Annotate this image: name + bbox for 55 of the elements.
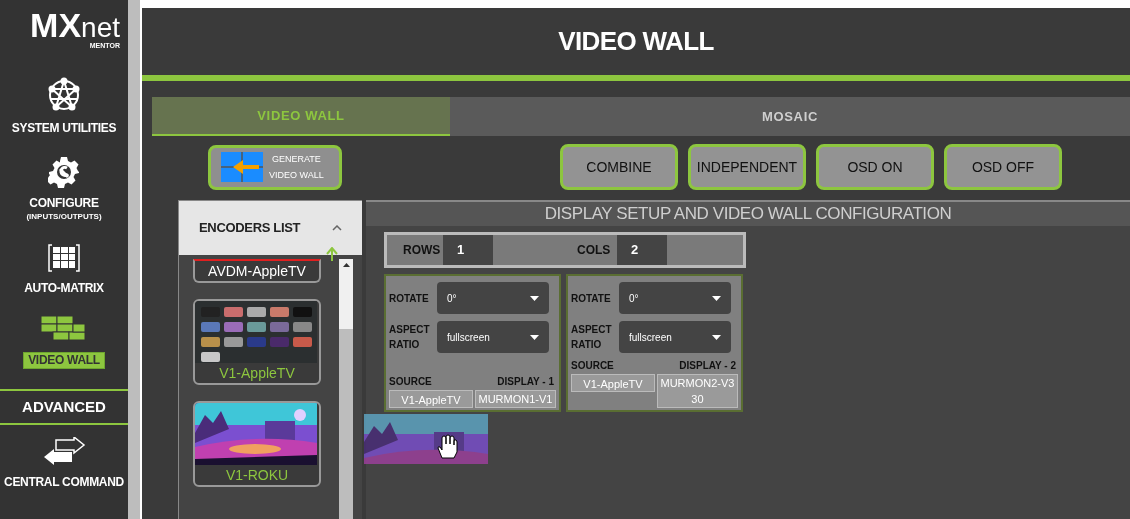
scroll-up-icon[interactable]: [342, 263, 350, 267]
dropdown-arrow-icon: [712, 334, 721, 340]
dropdown[interactable]: fullscreen: [437, 321, 549, 353]
sidebar-item[interactable]: CENTRAL COMMAND: [4, 475, 124, 490]
sidebar-item[interactable]: SYSTEM UTILITIES: [11, 121, 117, 136]
action-button[interactable]: COMBINE: [560, 144, 678, 191]
dropdown[interactable]: 0°: [619, 282, 731, 314]
encoder-card[interactable]: V1-ROKU: [193, 401, 321, 487]
field-label: ROTATE: [389, 291, 429, 306]
output-name: MURMON1-V1: [474, 390, 556, 408]
dropdown-arrow-icon: [712, 295, 721, 301]
display-title: DISPLAY - 2: [679, 359, 736, 373]
field-label: ROTATE: [571, 291, 611, 306]
chevron-icon[interactable]: [332, 225, 342, 231]
field-label: ROWS: [403, 242, 442, 259]
panel-title: ENCODERS LIST: [199, 219, 301, 238]
dropdown[interactable]: fullscreen: [619, 321, 731, 353]
sidebar-item[interactable]: CONFIGURE: [29, 196, 99, 211]
action-button[interactable]: INDEPENDENT: [688, 144, 806, 191]
grid-icon: [48, 243, 80, 273]
sidebar-sublabel: (INPUTS/OUTPUTS): [26, 211, 102, 223]
field-label: ASPECT RATIO: [571, 323, 611, 352]
output-name: MURMON2-V330: [656, 374, 738, 408]
tab[interactable]: MOSAIC: [450, 97, 1130, 136]
exchange-arrows-icon: [42, 437, 86, 467]
encoder-name: V1-ROKU: [224, 466, 290, 485]
sidebar-scrollbar[interactable]: [128, 0, 140, 519]
panel-title: DISPLAY SETUP AND VIDEO WALL CONFIGURATION: [544, 203, 952, 226]
field-label: SOURCE: [571, 359, 614, 373]
field-label: ASPECT RATIO: [389, 323, 429, 352]
sidebar-section[interactable]: ADVANCED: [22, 395, 106, 419]
cols-field[interactable]: 2: [617, 235, 667, 265]
gear-wrench-icon: [48, 156, 80, 188]
action-button[interactable]: OSD ON: [816, 144, 934, 191]
sidebar-item[interactable]: VIDEO WALL: [23, 352, 105, 369]
encoder-card[interactable]: V1-AppleTV: [193, 299, 321, 385]
logo-text: MX: [30, 8, 82, 42]
encoder-item[interactable]: AVDM-AppleTV: [193, 259, 321, 283]
field-label: SOURCE: [389, 375, 432, 389]
hand-cursor-icon: [436, 434, 458, 460]
network-globe-icon: [46, 77, 82, 113]
video-wall-arrow-icon: [221, 151, 263, 184]
action-button[interactable]: OSD OFF: [944, 144, 1062, 191]
dropdown[interactable]: 0°: [437, 282, 549, 314]
rows-field[interactable]: 1: [443, 235, 493, 265]
page-title: VIDEO WALL: [558, 25, 714, 59]
sidebar-item[interactable]: AUTO-MATRIX: [24, 281, 104, 296]
encoder-name: V1-AppleTV: [218, 364, 296, 383]
logo-text: net: [81, 14, 120, 42]
scrollbar[interactable]: [339, 259, 353, 519]
display-title: DISPLAY - 1: [497, 375, 554, 389]
dropdown-arrow-icon: [530, 295, 539, 301]
up-arrow-icon: [326, 247, 338, 261]
field-label: COLS: [577, 242, 612, 259]
dropdown-arrow-icon: [530, 334, 539, 340]
